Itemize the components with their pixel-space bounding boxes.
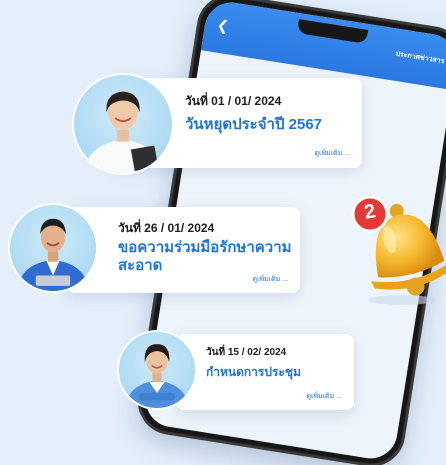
- hero-illustration: ❮ ประกาศข่าวสาร 2 วันที่ 01 / 01/ 2024 ว…: [0, 0, 446, 465]
- notification-card[interactable]: วันที่ 26 / 01/ 2024 ขอความร่วมมือรักษาค…: [66, 207, 300, 293]
- notification-date: วันที่ 01 / 01/ 2024: [185, 94, 282, 108]
- chevron-left-icon[interactable]: ❮: [216, 17, 230, 35]
- avatar: [72, 73, 174, 175]
- notification-date: วันที่ 26 / 01/ 2024: [118, 221, 215, 235]
- notification-badge-count: 2: [362, 200, 378, 224]
- avatar: [8, 203, 98, 293]
- see-more-link[interactable]: ดูเพิ่มเติม ...: [307, 391, 343, 402]
- notification-date: วันที่ 15 / 02/ 2024: [206, 347, 287, 358]
- phone-app-title: ประกาศข่าวสาร: [395, 50, 445, 66]
- notification-title: วันหยุดประจำปี 2567: [185, 116, 322, 133]
- person-with-tablet-icon: [83, 91, 163, 173]
- person-arms-crossed-icon: [125, 344, 189, 408]
- notification-title: กำหนดการประชุม: [206, 365, 301, 379]
- avatar: [117, 330, 197, 410]
- see-more-link[interactable]: ดูเพิ่มเติม ...: [315, 148, 351, 159]
- see-more-link[interactable]: ดูเพิ่มเติม ...: [253, 274, 289, 285]
- notification-title: ขอความร่วมมือรักษาความสะอาด: [118, 239, 292, 274]
- notification-card[interactable]: วันที่ 15 / 02/ 2024 กำหนดการประชุม ดูเพ…: [176, 334, 354, 410]
- person-with-laptop-icon: [16, 218, 90, 291]
